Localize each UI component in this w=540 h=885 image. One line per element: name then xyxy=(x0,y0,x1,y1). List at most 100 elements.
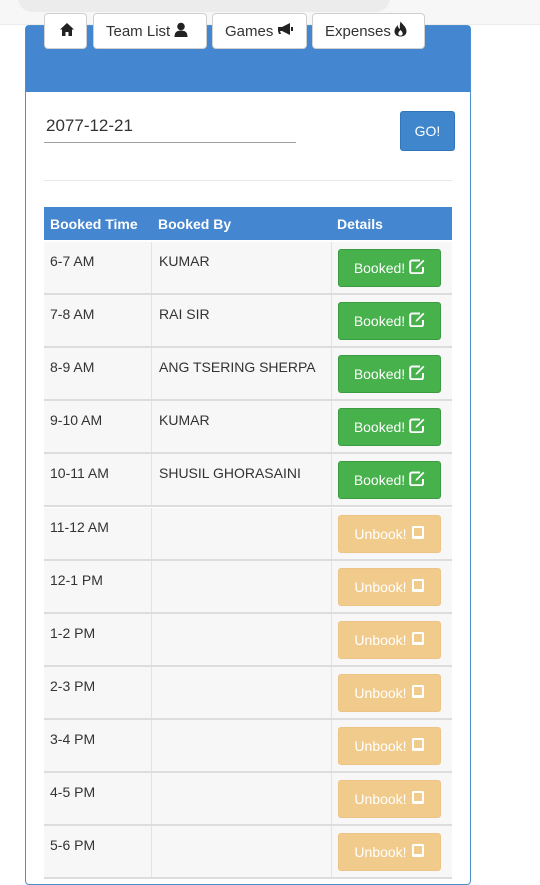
unbook-button[interactable]: Unbook! xyxy=(338,833,441,872)
details-cell: Booked! xyxy=(331,242,452,293)
booked-time-cell: 11-12 AM xyxy=(50,518,109,535)
details-cell: Unbook! xyxy=(331,773,452,824)
nav-team-list-button[interactable]: Team List xyxy=(93,13,207,49)
table-row: 12-1 PM Unbook! xyxy=(44,560,452,614)
table-row: 4-5 PM Unbook! xyxy=(44,773,452,826)
table-row: 10-11 AM SHUSIL GHORASAINI Booked! xyxy=(44,454,452,508)
status-label: Booked! xyxy=(353,472,406,489)
status-label: Unbook! xyxy=(354,737,407,754)
booked-time-cell: 9-10 AM xyxy=(50,412,103,429)
book-icon xyxy=(407,631,425,649)
table-row: 1-2 PM Unbook! xyxy=(44,613,452,667)
home-icon xyxy=(56,22,75,41)
table-header: Booked Time Booked By Details xyxy=(44,207,452,240)
status-label: Unbook! xyxy=(354,791,407,807)
date-input[interactable] xyxy=(44,110,296,143)
edit-icon xyxy=(405,312,425,330)
booked-time-cell: 10-11 AM xyxy=(50,465,109,482)
booked-button[interactable]: Booked! xyxy=(338,355,441,394)
edit-icon xyxy=(405,259,425,277)
booked-time-cell: 3-4 PM xyxy=(50,730,96,747)
unbook-button[interactable]: Unbook! xyxy=(338,620,441,659)
details-cell: Booked! xyxy=(331,401,452,453)
table-row: 7-8 AM RAI SIR Booked! xyxy=(44,295,452,349)
booked-button[interactable]: Booked! xyxy=(338,461,441,500)
status-label: Unbook! xyxy=(354,844,407,861)
details-cell: Unbook! xyxy=(331,613,452,665)
booked-by-cell xyxy=(151,507,331,559)
nav-games-button[interactable]: Games xyxy=(212,13,307,49)
booked-by-cell xyxy=(151,719,331,771)
table-row: 5-6 PM Unbook! xyxy=(44,826,452,880)
edit-icon xyxy=(405,365,425,383)
unbook-button[interactable]: Unbook! xyxy=(338,780,441,818)
booked-by-cell xyxy=(151,826,331,878)
details-cell: Unbook! xyxy=(331,507,452,559)
table-row: 6-7 AM KUMAR Booked! xyxy=(44,242,452,295)
booked-time-cell: 7-8 AM xyxy=(50,306,95,323)
book-icon xyxy=(407,684,425,702)
nav-games-label: Games xyxy=(225,22,274,40)
header-booked-by: Booked By xyxy=(158,216,232,232)
booked-button[interactable]: Booked! xyxy=(338,249,441,287)
booked-by-cell: ANG TSERING SHERPA xyxy=(151,348,331,400)
booked-time-cell: 8-9 AM xyxy=(50,359,95,376)
booked-by-cell xyxy=(151,773,331,824)
booked-by-cell xyxy=(151,666,331,718)
booked-by-cell xyxy=(151,560,331,612)
booked-time-cell: 5-6 PM xyxy=(50,837,96,854)
table-row: 11-12 AM Unbook! xyxy=(44,507,452,561)
book-icon xyxy=(407,525,425,543)
booked-by-cell: KUMAR xyxy=(151,401,331,453)
home-button[interactable] xyxy=(44,13,87,49)
table-row: 2-3 PM Unbook! xyxy=(44,666,452,720)
unbook-button[interactable]: Unbook! xyxy=(338,567,441,606)
header-details: Details xyxy=(337,216,383,232)
booked-time-cell: 2-3 PM xyxy=(50,677,96,694)
unbook-button[interactable]: Unbook! xyxy=(338,514,441,553)
booked-time-cell: 12-1 PM xyxy=(50,571,103,588)
booked-by-cell: SHUSIL GHORASAINI xyxy=(151,454,331,506)
status-label: Booked! xyxy=(353,366,406,383)
book-icon xyxy=(407,737,425,755)
booked-by-cell xyxy=(151,613,331,665)
booked-button[interactable]: Booked! xyxy=(338,302,441,341)
edit-icon xyxy=(405,418,425,436)
go-button[interactable]: GO! xyxy=(400,111,455,151)
book-icon xyxy=(407,843,425,861)
book-icon xyxy=(407,578,425,596)
status-label: Booked! xyxy=(353,419,406,436)
details-cell: Unbook! xyxy=(331,666,452,718)
booked-button[interactable]: Booked! xyxy=(338,408,441,447)
table-row: 3-4 PM Unbook! xyxy=(44,719,452,773)
booked-by-cell: RAI SIR xyxy=(151,295,331,347)
bullhorn-icon xyxy=(273,22,294,40)
header-booked-time: Booked Time xyxy=(50,216,138,232)
fire-icon xyxy=(391,21,407,41)
nav-team-list-label: Team List xyxy=(106,22,171,40)
status-label: Unbook! xyxy=(354,525,407,542)
booked-time-cell: 1-2 PM xyxy=(50,624,96,641)
details-cell: Booked! xyxy=(331,295,452,347)
divider xyxy=(44,180,452,181)
address-bar[interactable] xyxy=(18,0,390,12)
status-label: Unbook! xyxy=(354,578,407,595)
edit-icon xyxy=(405,471,425,489)
user-icon xyxy=(170,22,189,41)
booked-time-cell: 6-7 AM xyxy=(50,253,95,269)
unbook-button[interactable]: Unbook! xyxy=(338,726,441,765)
details-cell: Unbook! xyxy=(331,560,452,612)
nav-expenses-label: Expenses xyxy=(325,22,391,40)
details-cell: Unbook! xyxy=(331,719,452,771)
status-label: Unbook! xyxy=(354,631,407,648)
details-cell: Booked! xyxy=(331,348,452,400)
table-row: 8-9 AM ANG TSERING SHERPA Booked! xyxy=(44,348,452,402)
status-label: Booked! xyxy=(353,260,406,276)
details-cell: Booked! xyxy=(331,454,452,506)
table-row: 9-10 AM KUMAR Booked! xyxy=(44,401,452,455)
booked-time-cell: 4-5 PM xyxy=(50,784,96,800)
nav-expenses-button[interactable]: Expenses xyxy=(312,13,425,49)
book-icon xyxy=(407,790,425,808)
status-label: Unbook! xyxy=(354,684,407,701)
unbook-button[interactable]: Unbook! xyxy=(338,673,441,712)
